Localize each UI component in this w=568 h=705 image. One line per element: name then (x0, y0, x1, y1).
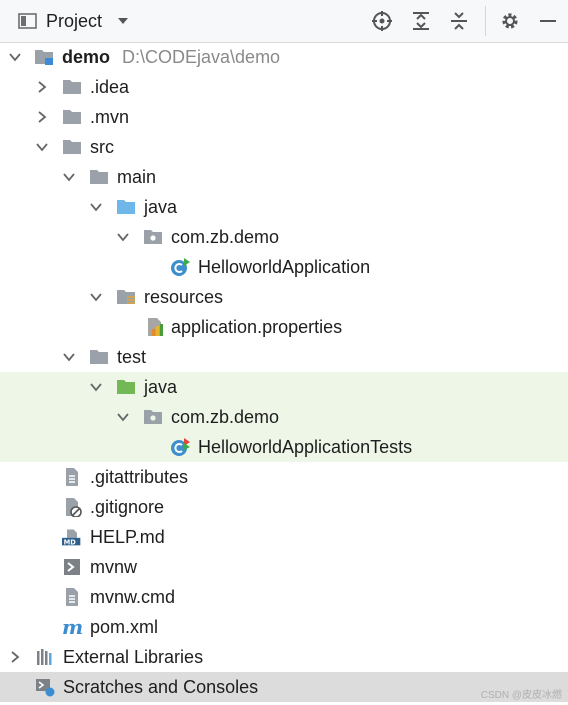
tree-node-label: src (90, 137, 114, 157)
tree-node-test[interactable]: test (0, 342, 568, 372)
tree-node-label: .gitignore (90, 497, 165, 517)
tree-node-mvnw[interactable]: mvnw (0, 552, 568, 582)
source-root-folder-icon (117, 200, 135, 214)
tree-node-label: com.zb.demo (171, 407, 280, 427)
folder-icon (90, 350, 108, 364)
tree-node-app-properties[interactable]: application.properties (0, 312, 568, 342)
tree-node-label: mvnw (90, 557, 138, 577)
tree-node-resources[interactable]: resources (0, 282, 568, 312)
gear-icon (502, 13, 518, 29)
chevron-down-icon[interactable] (62, 350, 76, 364)
view-title: Project (46, 10, 103, 31)
libraries-icon (37, 649, 52, 665)
chevron-right-icon[interactable] (35, 110, 49, 124)
chevron-down-icon[interactable] (62, 170, 76, 184)
properties-file-icon (148, 318, 163, 336)
chevron-right-icon[interactable] (8, 650, 22, 664)
folder-icon (63, 140, 81, 154)
folder-icon (63, 110, 81, 124)
ignore-file-icon (66, 498, 82, 517)
spring-class-icon (171, 258, 190, 276)
module-folder-icon (35, 50, 53, 65)
folder-icon (63, 80, 81, 94)
tree-node-label: com.zb.demo (171, 227, 280, 247)
svg-text:MD: MD (64, 539, 77, 547)
markdown-file-icon: MD (62, 529, 81, 547)
tree-node-label: demo D:\CODEjava\demo (62, 47, 281, 67)
tree-node-label: HelloworldApplicationTests (198, 437, 413, 457)
maven-icon: m (62, 617, 82, 637)
chevron-down-icon[interactable] (35, 140, 49, 154)
tree-node-pom[interactable]: m pom.xml (0, 612, 568, 642)
tree-node-label: HelloworldApplication (198, 257, 371, 277)
tree-node-main[interactable]: main (0, 162, 568, 192)
tree-node-label: Scratches and Consoles (63, 677, 259, 697)
settings-button[interactable] (497, 8, 523, 34)
tree-node-test-java[interactable]: java (0, 372, 568, 402)
tree-node-label: External Libraries (63, 647, 204, 667)
module-path: D:\CODEjava\demo (122, 47, 281, 67)
locate-button[interactable] (369, 8, 395, 34)
chevron-down-icon[interactable] (89, 380, 103, 394)
text-file-icon (66, 588, 78, 606)
package-icon (144, 410, 162, 424)
tree-node-demo[interactable]: demo D:\CODEjava\demo (0, 42, 568, 72)
spring-test-class-icon (171, 438, 190, 456)
collapse-all-icon (451, 12, 467, 30)
package-icon (144, 230, 162, 244)
panel-icon (18, 13, 37, 29)
folder-icon (90, 170, 108, 184)
locate-icon (372, 11, 392, 31)
chevron-down-icon[interactable] (89, 290, 103, 304)
collapse-all-button[interactable] (446, 8, 472, 34)
chevron-down-icon[interactable] (89, 200, 103, 214)
tree-node-external-libraries[interactable]: External Libraries (0, 642, 568, 672)
minimize-button[interactable] (535, 8, 561, 34)
chevron-down-icon[interactable] (116, 230, 130, 244)
resources-folder-icon (117, 290, 135, 304)
shell-script-icon (64, 559, 80, 575)
tree-node-label: java (144, 377, 178, 397)
tree-node-label: test (117, 347, 147, 367)
tree-node-label: main (117, 167, 157, 187)
toolbar-divider (485, 6, 486, 36)
minimize-icon (540, 20, 556, 22)
tree-node-label: java (144, 197, 178, 217)
chevron-down-icon[interactable] (116, 410, 130, 424)
scratches-icon (36, 679, 55, 697)
tree-node-label: resources (144, 287, 224, 307)
test-root-folder-icon (117, 380, 135, 394)
tree-node-label: mvnw.cmd (90, 587, 176, 607)
svg-text:m: m (62, 617, 82, 637)
tree-node-idea[interactable]: .idea (0, 72, 568, 102)
tree-node-main-class[interactable]: HelloworldApplication (0, 252, 568, 282)
tree-node-test-package[interactable]: com.zb.demo (0, 402, 568, 432)
chevron-down-icon (118, 18, 129, 24)
text-file-icon (66, 468, 78, 486)
watermark: CSDN @皮皮冰燃 (480, 690, 562, 701)
expand-all-button[interactable] (408, 8, 434, 34)
tree-node-help-md[interactable]: MD HELP.md (0, 522, 568, 552)
tree-node-label: HELP.md (90, 527, 165, 547)
tree-node-gitignore[interactable]: .gitignore (0, 492, 568, 522)
expand-all-icon (413, 12, 429, 30)
tree-node-test-class[interactable]: HelloworldApplicationTests (0, 432, 568, 462)
tree-node-label: pom.xml (90, 617, 159, 637)
tree-node-src[interactable]: src (0, 132, 568, 162)
tree-node-gitattributes[interactable]: .gitattributes (0, 462, 568, 492)
project-tool-window-header: Project (0, 0, 568, 43)
tree-node-label: application.properties (171, 317, 343, 337)
view-selector[interactable]: Project (0, 0, 130, 42)
tree-node-mvn[interactable]: .mvn (0, 102, 568, 132)
tree-node-main-package[interactable]: com.zb.demo (0, 222, 568, 252)
tree-node-label: .gitattributes (90, 467, 189, 487)
tree-node-label: .mvn (90, 107, 130, 127)
tree-node-main-java[interactable]: java (0, 192, 568, 222)
chevron-down-icon[interactable] (8, 50, 22, 64)
chevron-right-icon[interactable] (35, 80, 49, 94)
tree-node-label: .idea (90, 77, 130, 97)
tree-node-mvnw-cmd[interactable]: mvnw.cmd (0, 582, 568, 612)
